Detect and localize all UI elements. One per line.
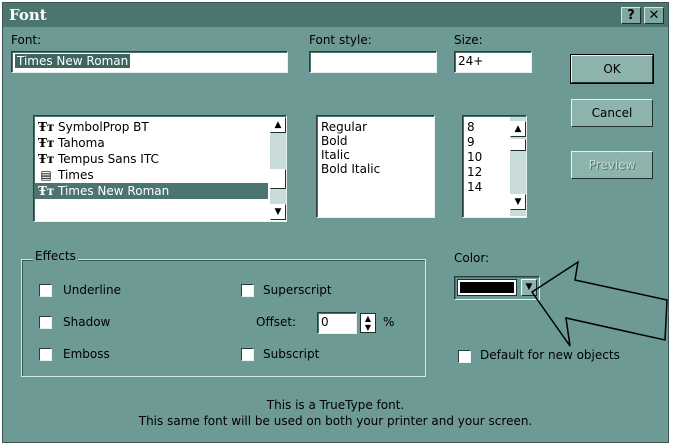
arrow-outline [530, 260, 668, 347]
annotation-arrow [530, 260, 668, 347]
